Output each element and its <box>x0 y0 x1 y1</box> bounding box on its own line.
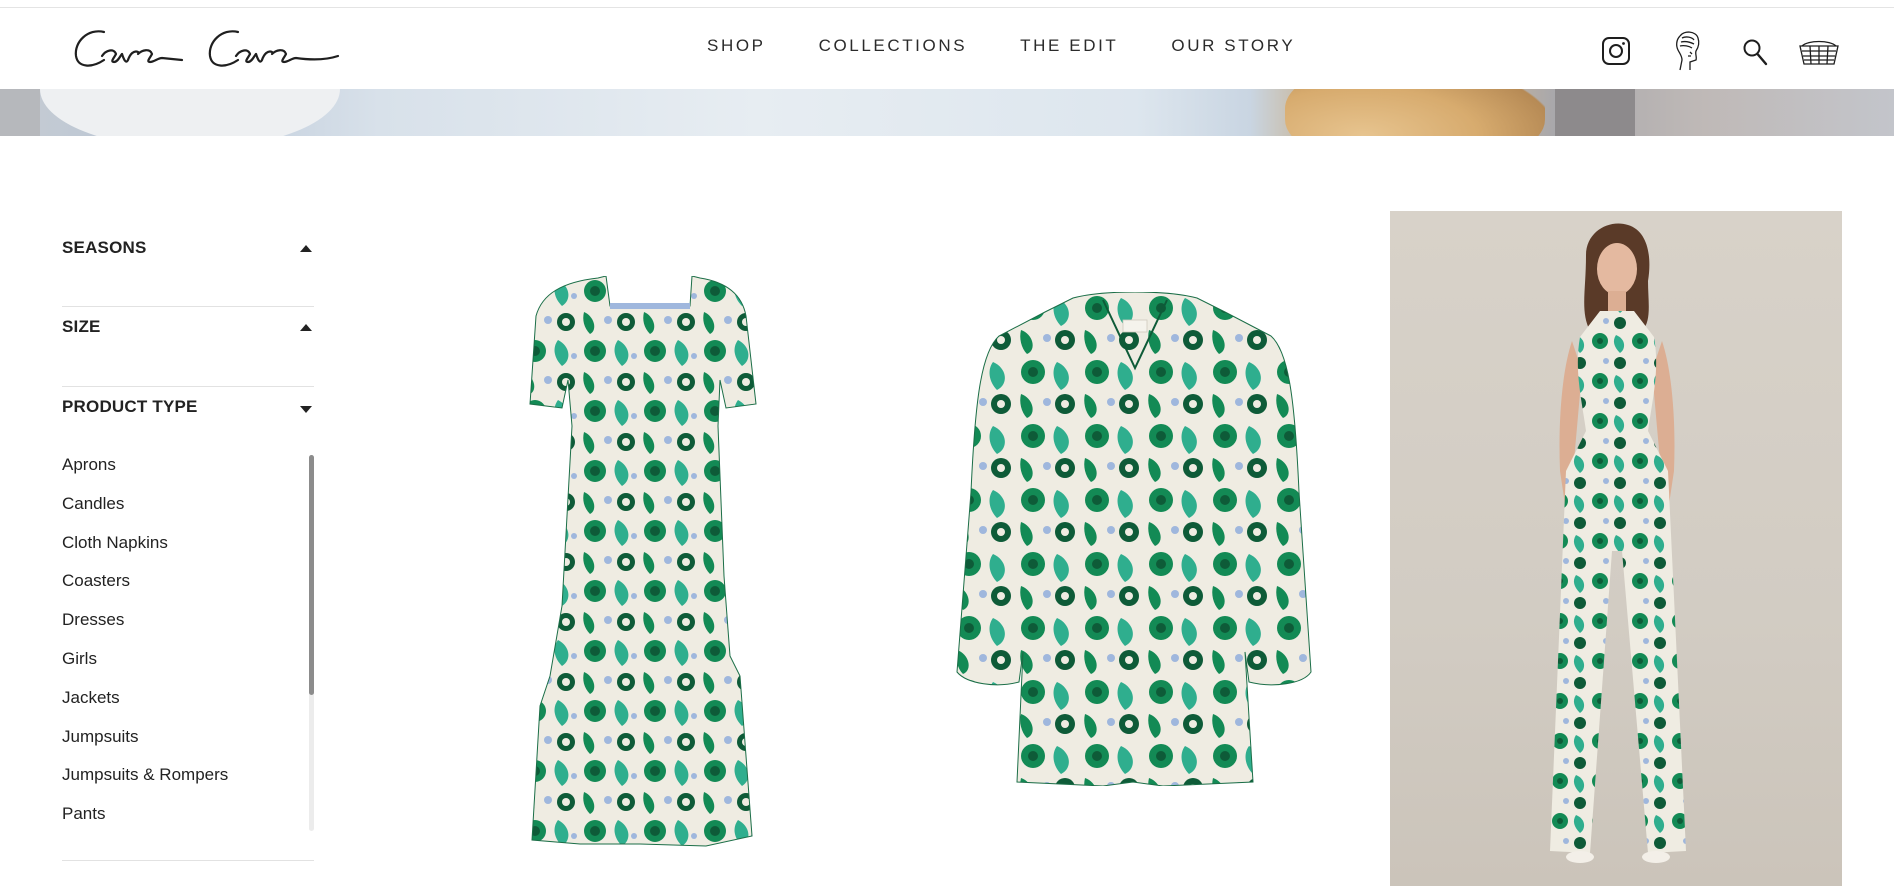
product-card-dress[interactable] <box>520 275 778 853</box>
filter-option-jumpsuits-rompers[interactable]: Jumpsuits & Rompers <box>62 765 314 804</box>
filter-option-pants[interactable]: Pants <box>62 804 314 838</box>
filter-product-type-label: PRODUCT TYPE <box>62 397 198 416</box>
options-scrollbar-thumb[interactable] <box>309 455 314 695</box>
hero-wall-shape <box>0 89 40 136</box>
product-image-jumpsuit <box>1550 223 1686 863</box>
hero-shadow-shape <box>1555 89 1635 136</box>
header-icons <box>0 26 1894 71</box>
caret-up-icon <box>300 324 312 331</box>
hero-arch-shape <box>40 89 340 136</box>
filter-size-label: SIZE <box>62 317 101 336</box>
product-image-shirt <box>956 291 1312 787</box>
filter-option-jackets[interactable]: Jackets <box>62 688 314 727</box>
filter-option-dresses[interactable]: Dresses <box>62 610 314 649</box>
cart-basket-icon[interactable] <box>1798 38 1840 66</box>
hero-banner-image <box>0 89 1894 136</box>
product-type-options: Aprons Candles Cloth Napkins Coasters Dr… <box>62 455 314 838</box>
filter-seasons-label: SEASONS <box>62 238 147 257</box>
filter-option-jumpsuits[interactable]: Jumpsuits <box>62 727 314 766</box>
product-card-jumpsuit-model-photo[interactable] <box>1390 211 1842 886</box>
filter-product-type-header[interactable]: PRODUCT TYPE <box>62 387 314 417</box>
caret-up-icon <box>300 245 312 252</box>
caret-down-icon <box>300 406 312 413</box>
filter-product-type: PRODUCT TYPE Aprons Candles Cloth Napkin… <box>62 387 314 861</box>
filter-option-aprons[interactable]: Aprons <box>62 455 314 494</box>
filter-option-girls[interactable]: Girls <box>62 649 314 688</box>
site-header: SHOP COLLECTIONS THE EDIT OUR STORY <box>0 8 1894 89</box>
search-icon[interactable] <box>1742 38 1768 66</box>
filter-size[interactable]: SIZE <box>62 307 314 387</box>
filter-seasons[interactable]: SEASONS <box>62 227 314 307</box>
product-image-dress <box>529 275 757 847</box>
filter-option-candles[interactable]: Candles <box>62 494 314 533</box>
filter-sidebar: SEASONS SIZE PRODUCT TYPE Aprons Candles… <box>62 227 314 861</box>
account-bust-icon[interactable] <box>1670 30 1704 74</box>
filter-option-coasters[interactable]: Coasters <box>62 571 314 610</box>
hero-hair-shape <box>1285 89 1545 136</box>
product-card-shirt[interactable] <box>953 291 1317 791</box>
instagram-icon[interactable] <box>1601 36 1631 66</box>
filter-option-cloth-napkins[interactable]: Cloth Napkins <box>62 533 314 572</box>
